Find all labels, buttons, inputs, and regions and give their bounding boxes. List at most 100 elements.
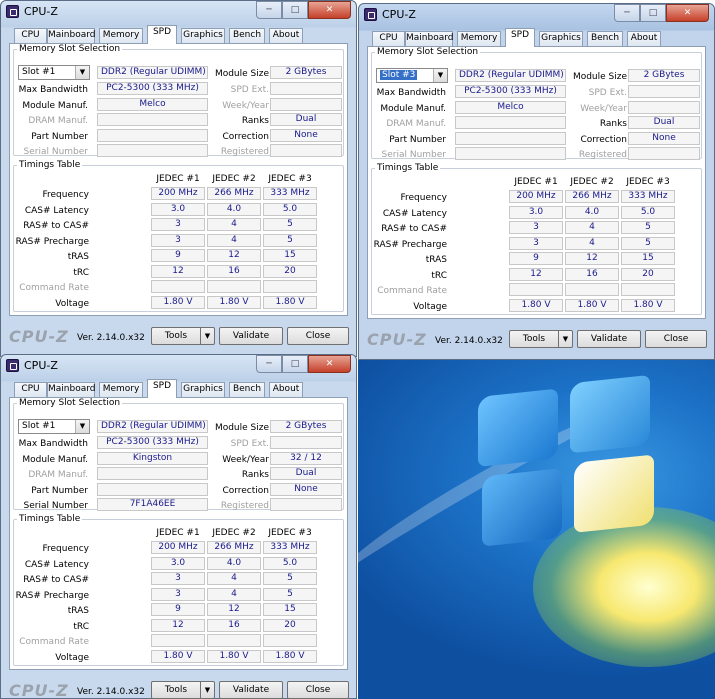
maximize-button[interactable]: □ xyxy=(282,1,308,19)
serial-number-label: Serial Number xyxy=(381,150,446,160)
tab-spd[interactable]: SPD xyxy=(147,379,177,398)
close-window-button[interactable]: ✕ xyxy=(666,4,709,22)
ras-cas-label: RAS# to CAS# xyxy=(23,575,89,585)
close-button[interactable]: Close xyxy=(287,327,349,345)
part-number-label: Part Number xyxy=(31,485,88,496)
title-bar[interactable]: CPU-Z ─ □ ✕ xyxy=(1,1,356,23)
cmd-rate-label: Command Rate xyxy=(19,637,89,647)
voltage-jedec-3: 1.80 V xyxy=(263,649,317,663)
tools-button[interactable]: Tools ▼ xyxy=(509,330,573,348)
validate-button[interactable]: Validate xyxy=(219,681,283,699)
voltage-label: Voltage xyxy=(55,298,89,309)
jedec-header-2: JEDEC #2 xyxy=(570,177,614,187)
minimize-button[interactable]: ─ xyxy=(256,1,282,19)
title-bar[interactable]: CPU-Z ─ □ ✕ xyxy=(1,355,356,377)
cpuz-window-1[interactable]: CPU-Z ─ □ ✕ CPU Mainboard Memory SPD Graphics Ben… xyxy=(0,0,357,357)
tab-memory[interactable]: Memory xyxy=(457,31,501,46)
tab-memory[interactable]: Memory xyxy=(99,28,143,43)
close-button[interactable]: Close xyxy=(287,681,349,699)
chevron-down-icon[interactable]: ▼ xyxy=(75,420,89,433)
tab-graphics[interactable]: Graphics xyxy=(181,28,225,43)
dram-manuf-field xyxy=(97,113,208,126)
tab-about[interactable]: About xyxy=(269,28,303,43)
module-manuf-field: Kingston xyxy=(97,451,208,465)
module-manuf-field: Melco xyxy=(455,100,566,114)
validate-button[interactable]: Validate xyxy=(219,327,283,345)
ras-pre-jedec-2: 4 xyxy=(207,233,261,247)
minimize-button[interactable]: ─ xyxy=(614,4,640,22)
spd-ext-label: SPD Ext. xyxy=(230,85,269,95)
slot-select[interactable]: Slot #1 ▼ xyxy=(18,65,90,80)
tab-mainboard[interactable]: Mainboard xyxy=(47,28,95,43)
tab-about[interactable]: About xyxy=(627,31,661,46)
spd-panel: Memory Slot Selection Slot #1 ▼ DDR2 (Regul… xyxy=(9,43,348,316)
close-button[interactable]: Close xyxy=(645,330,707,348)
dropdown-arrow-icon[interactable]: ▼ xyxy=(558,331,572,347)
week-year-field xyxy=(628,100,700,114)
tab-cpu[interactable]: CPU xyxy=(14,382,47,397)
close-window-button[interactable]: ✕ xyxy=(308,355,351,373)
tools-button[interactable]: Tools ▼ xyxy=(151,681,215,699)
maximize-button[interactable]: □ xyxy=(282,355,308,373)
ras-pre-jedec-3: 5 xyxy=(263,233,317,247)
spd-ext-field xyxy=(270,436,342,449)
tras-jedec-3: 15 xyxy=(263,249,317,262)
trc-label: tRC xyxy=(73,621,89,632)
ras-pre-jedec-1: 3 xyxy=(151,233,205,247)
slot-select[interactable]: Slot #1 ▼ xyxy=(18,419,90,434)
tab-spd[interactable]: SPD xyxy=(505,28,535,47)
cmd-rate-label: Command Rate xyxy=(377,286,447,296)
module-manuf-label: Module Manuf. xyxy=(22,454,88,465)
chevron-down-icon[interactable]: ▼ xyxy=(75,66,89,79)
title-bar[interactable]: CPU-Z ─ □ ✕ xyxy=(359,4,714,26)
tab-bench[interactable]: Bench xyxy=(229,28,265,43)
tab-about[interactable]: About xyxy=(269,382,303,397)
cas-label: CAS# Latency xyxy=(24,205,89,216)
serial-number-field: 7F1A46EE xyxy=(97,498,208,511)
tools-button[interactable]: Tools ▼ xyxy=(151,327,215,345)
maximize-button[interactable]: □ xyxy=(640,4,666,22)
dram-manuf-label: DRAM Manuf. xyxy=(28,470,88,480)
cpuz-window-2[interactable]: CPU-Z ─ □ ✕ CPU Mainboard Memory SPD Graphics Ben… xyxy=(358,3,715,360)
frequency-jedec-1: 200 MHz xyxy=(151,541,205,554)
jedec-header-3: JEDEC #3 xyxy=(626,177,670,187)
footer-bar: CPU-Z Ver. 2.14.0.x32 Tools ▼ Validate Close xyxy=(1,319,356,357)
tab-bench[interactable]: Bench xyxy=(229,382,265,397)
max-bandwidth-field: PC2-5300 (333 MHz) xyxy=(97,82,208,95)
cmd-rate-jedec-2 xyxy=(207,280,261,293)
dropdown-arrow-icon[interactable]: ▼ xyxy=(200,328,214,344)
week-year-field xyxy=(270,97,342,111)
correction-label: Correction xyxy=(580,134,627,145)
frequency-label: Frequency xyxy=(400,193,448,203)
tab-cpu[interactable]: CPU xyxy=(372,31,405,46)
cpuz-app-icon xyxy=(6,359,19,372)
cmd-rate-jedec-2 xyxy=(565,283,619,296)
tab-spd[interactable]: SPD xyxy=(147,25,177,44)
tab-cpu[interactable]: CPU xyxy=(14,28,47,43)
ras-cas-jedec-1: 3 xyxy=(509,221,563,234)
timings-legend: Timings Table xyxy=(377,163,439,173)
voltage-jedec-1: 1.80 V xyxy=(509,298,563,312)
close-window-button[interactable]: ✕ xyxy=(308,1,351,19)
cas-jedec-3: 5.0 xyxy=(263,556,317,570)
cmd-rate-jedec-1 xyxy=(151,634,205,647)
trc-jedec-2: 16 xyxy=(207,264,261,278)
validate-button[interactable]: Validate xyxy=(577,330,641,348)
slot-select[interactable]: Slot #3 ▼ xyxy=(376,68,448,83)
tab-bench[interactable]: Bench xyxy=(587,31,623,46)
correction-label: Correction xyxy=(222,131,269,142)
chevron-down-icon[interactable]: ▼ xyxy=(433,69,447,82)
cmd-rate-jedec-3 xyxy=(263,280,317,293)
tab-memory[interactable]: Memory xyxy=(99,382,143,397)
tab-mainboard[interactable]: Mainboard xyxy=(47,382,95,397)
ranks-field: Dual xyxy=(628,116,700,129)
tab-mainboard[interactable]: Mainboard xyxy=(405,31,453,46)
module-manuf-label: Module Manuf. xyxy=(22,100,88,111)
cpuz-window-3[interactable]: CPU-Z ─ □ ✕ CPU Mainboard Memory SPD Graphics Ben… xyxy=(0,354,357,699)
tab-graphics[interactable]: Graphics xyxy=(539,31,583,46)
minimize-button[interactable]: ─ xyxy=(256,355,282,373)
dropdown-arrow-icon[interactable]: ▼ xyxy=(200,682,214,698)
tab-graphics[interactable]: Graphics xyxy=(181,382,225,397)
spd-panel: Memory Slot Selection Slot #1 ▼ DDR2 (Regul… xyxy=(9,397,348,670)
ras-cas-jedec-2: 4 xyxy=(207,572,261,585)
